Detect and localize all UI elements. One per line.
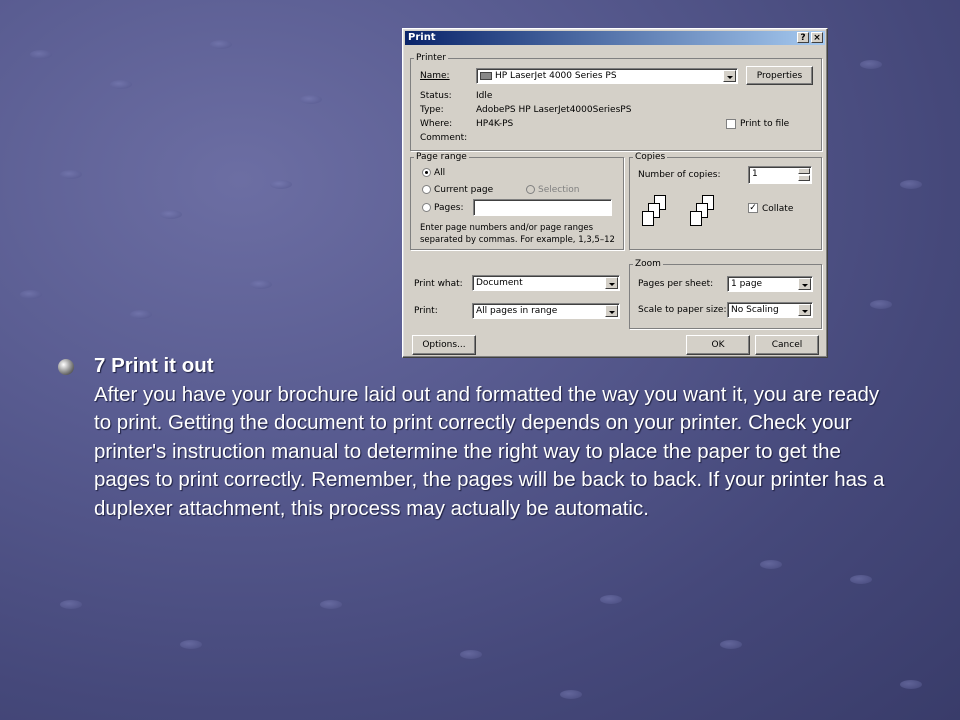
- background-dot: [180, 640, 202, 649]
- print-value: All pages in range: [476, 306, 558, 316]
- slide: Print ? × Printer Name: HP LaserJet 4000…: [0, 0, 960, 720]
- print-what-label: Print what:: [414, 279, 463, 289]
- page-icon: [642, 211, 654, 226]
- all-label: All: [434, 168, 446, 178]
- slide-heading: 7 Print it out: [94, 354, 214, 377]
- scale-to-paper-size-value: No Scaling: [731, 305, 779, 315]
- help-icon[interactable]: ?: [797, 32, 809, 43]
- spin-up-icon[interactable]: [798, 168, 810, 174]
- background-dot: [60, 600, 82, 609]
- background-dot: [320, 600, 342, 609]
- zoom-group-label: Zoom: [635, 259, 661, 269]
- bullet-icon: [58, 359, 74, 375]
- background-dot: [900, 680, 922, 689]
- number-of-copies-input[interactable]: 1: [748, 166, 812, 184]
- background-dot: [560, 690, 582, 699]
- zoom-group: Zoom: [629, 259, 822, 329]
- collate-checkbox[interactable]: ✓: [748, 203, 758, 213]
- background-dot: [600, 595, 622, 604]
- chevron-down-icon[interactable]: [605, 305, 618, 317]
- pages-per-sheet-value: 1 page: [731, 279, 763, 289]
- background-dot: [60, 170, 82, 179]
- background-dot: [870, 300, 892, 309]
- chevron-down-icon[interactable]: [798, 278, 811, 290]
- properties-button[interactable]: Properties: [746, 66, 813, 85]
- comment-label: Comment:: [420, 133, 468, 143]
- status-label: Status:: [420, 91, 452, 101]
- background-dot: [20, 290, 42, 299]
- number-of-copies-label: Number of copies:: [638, 170, 721, 180]
- status-value: Idle: [476, 91, 493, 101]
- copies-group-label: Copies: [635, 152, 666, 162]
- background-dot: [130, 310, 152, 319]
- print-to-file-label: Print to file: [740, 119, 790, 129]
- background-dot: [460, 650, 482, 659]
- close-icon[interactable]: ×: [811, 32, 823, 43]
- background-dot: [210, 40, 232, 49]
- selection-label: Selection: [538, 185, 580, 195]
- page-range-hint-line2: separated by commas. For example, 1,3,5–…: [420, 235, 615, 245]
- page-icon: [690, 211, 702, 226]
- print-what-dropdown[interactable]: Document: [472, 275, 620, 291]
- chevron-down-icon[interactable]: [798, 304, 811, 316]
- background-dot: [250, 280, 272, 289]
- print-to-file-checkbox[interactable]: [726, 119, 736, 129]
- scale-to-paper-size-label: Scale to paper size:: [638, 305, 727, 315]
- background-dot: [760, 560, 782, 569]
- print-dialog: Print ? × Printer Name: HP LaserJet 4000…: [402, 28, 828, 358]
- pages-input[interactable]: [473, 199, 612, 216]
- page-range-group-label: Page range: [416, 152, 467, 162]
- printer-group-label: Printer: [416, 53, 446, 63]
- scale-to-paper-size-dropdown[interactable]: No Scaling: [727, 302, 813, 318]
- page-range-hint-line1: Enter page numbers and/or page ranges: [420, 223, 594, 233]
- slide-paragraph: After you have your brochure laid out an…: [94, 382, 885, 520]
- current-page-label: Current page: [434, 185, 494, 195]
- background-dot: [720, 640, 742, 649]
- background-dot: [160, 210, 182, 219]
- background-dot: [30, 50, 52, 59]
- printer-name-dropdown[interactable]: HP LaserJet 4000 Series PS: [476, 68, 738, 84]
- number-of-copies-value: 1: [752, 169, 758, 179]
- all-radio[interactable]: [422, 168, 431, 177]
- chevron-down-icon[interactable]: [723, 70, 736, 82]
- type-label: Type:: [420, 105, 444, 115]
- dialog-titlebar: Print ? ×: [405, 31, 825, 45]
- slide-body: 7 Print it out After you have your broch…: [94, 352, 894, 523]
- background-dot: [850, 575, 872, 584]
- pages-per-sheet-dropdown[interactable]: 1 page: [727, 276, 813, 292]
- type-value: AdobePS HP LaserJet4000SeriesPS: [476, 105, 632, 115]
- print-dropdown[interactable]: All pages in range: [472, 303, 620, 319]
- background-dot: [900, 180, 922, 189]
- current-page-radio[interactable]: [422, 185, 431, 194]
- printer-name-value: HP LaserJet 4000 Series PS: [495, 71, 617, 81]
- spin-down-icon[interactable]: [798, 175, 810, 181]
- printer-icon: [480, 72, 492, 80]
- print-label: Print:: [414, 306, 438, 316]
- print-what-value: Document: [476, 278, 523, 288]
- where-value: HP4K-PS: [476, 119, 514, 129]
- pages-radio[interactable]: [422, 203, 431, 212]
- background-dot: [110, 80, 132, 89]
- dialog-title: Print: [408, 32, 436, 43]
- background-dot: [300, 95, 322, 104]
- printer-name-label: Name:: [420, 71, 450, 81]
- chevron-down-icon[interactable]: [605, 277, 618, 289]
- pages-per-sheet-label: Pages per sheet:: [638, 279, 714, 289]
- background-dot: [270, 180, 292, 189]
- collate-label: Collate: [762, 204, 794, 214]
- pages-label: Pages:: [434, 203, 464, 213]
- background-dot: [860, 60, 882, 69]
- selection-radio: [526, 185, 535, 194]
- where-label: Where:: [420, 119, 453, 129]
